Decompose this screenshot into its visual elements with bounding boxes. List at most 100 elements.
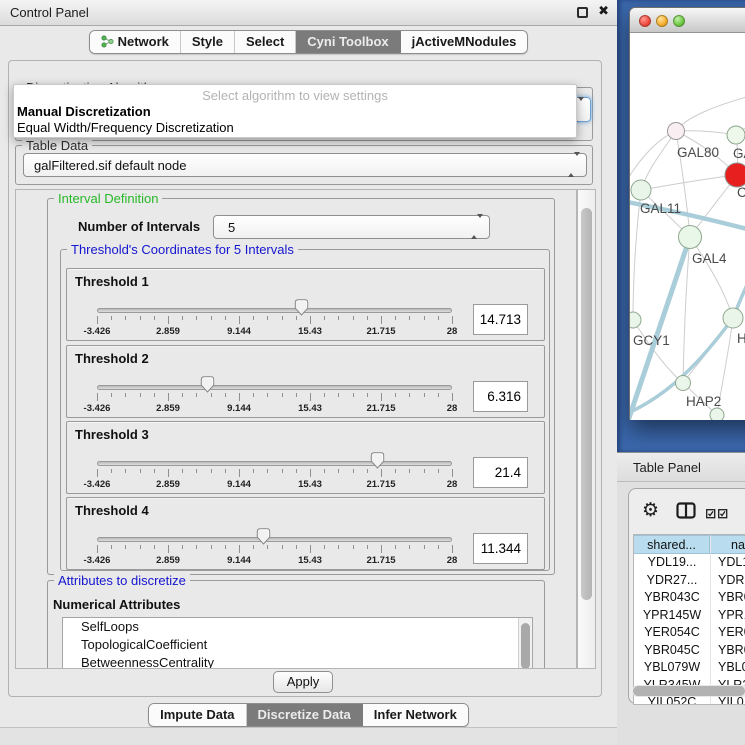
node-label-gcy1: GCY1	[633, 333, 670, 348]
network-view-window: GAL80GACGAL11GAL4HGCY1HAP2	[629, 7, 745, 420]
interval-definition-group: Interval Definition Number of Intervals …	[47, 198, 555, 575]
table-cell: YBR045C	[634, 642, 710, 660]
network-node[interactable]	[725, 163, 745, 187]
threshold-panel-4: Threshold 4 -3.4262.8599.14415.4321.7152…	[66, 497, 545, 570]
attributes-list-scrollbar[interactable]	[518, 618, 532, 669]
network-node[interactable]	[630, 312, 641, 328]
table-row[interactable]: YBR043CYBR0	[634, 589, 745, 607]
table-cell: YBL0	[710, 659, 745, 677]
network-canvas[interactable]: GAL80GACGAL11GAL4HGCY1HAP2	[630, 33, 745, 420]
node-attribute-table: shared...na YDL19...YDL1YDR27...YDR2YBR0…	[633, 534, 745, 705]
window-minimize-button[interactable]	[656, 15, 668, 27]
threshold-value-field[interactable]: 6.316	[473, 381, 528, 412]
tick-label: 21.715	[366, 479, 395, 490]
panel-title: Control Panel	[10, 0, 89, 25]
table-row[interactable]: YPR145WYPR1	[634, 607, 745, 625]
main-tab-group: Network Style SelectCyni ToolboxjActiveMNo…	[89, 30, 529, 54]
network-node[interactable]	[710, 408, 724, 420]
table-container: ⚙ shared...na	[628, 488, 745, 704]
threshold-slider-handle[interactable]	[294, 299, 309, 316]
threshold-label: Threshold 1	[75, 274, 149, 289]
network-node[interactable]	[723, 308, 743, 328]
threshold-slider-handle[interactable]	[256, 528, 271, 545]
slider-tick-labels: -3.4262.8599.14415.4321.71528	[97, 555, 453, 566]
network-window-titlebar[interactable]	[630, 8, 745, 33]
table-data-combobox[interactable]: galFiltered.sif default node	[23, 153, 587, 177]
threshold-slider-track[interactable]	[97, 385, 452, 390]
tick-label: 15.43	[298, 326, 322, 337]
network-node[interactable]	[631, 180, 651, 200]
threshold-slider-handle[interactable]	[200, 376, 215, 393]
window-close-button[interactable]	[639, 15, 651, 27]
tab-impute-data[interactable]: Impute Data	[149, 704, 246, 726]
apply-button[interactable]: Apply	[273, 671, 333, 693]
threshold-label: Threshold 3	[75, 427, 149, 442]
threshold-slider-track[interactable]	[97, 537, 452, 542]
table-cell: YDR27...	[634, 572, 710, 590]
tab-network[interactable]: Network	[90, 31, 181, 53]
popup-item-equal-width-frequency[interactable]: Equal Width/Frequency Discretization	[17, 120, 234, 135]
tick-label: 21.715	[366, 403, 395, 414]
popup-item-manual-discretization[interactable]: Manual Discretization	[17, 104, 151, 119]
scrollbar-thumb[interactable]	[581, 208, 592, 600]
network-node[interactable]	[668, 123, 685, 140]
scrollbar-thumb[interactable]	[633, 686, 745, 696]
threshold-slider-track[interactable]	[97, 461, 452, 466]
gear-icon[interactable]: ⚙	[642, 499, 659, 521]
threshold-value-field[interactable]: 14.713	[473, 304, 528, 335]
table-horizontal-scrollbar[interactable]	[632, 685, 745, 697]
tab-jactivemnodules[interactable]: jActiveMNodules	[401, 31, 528, 53]
threshold-value-field[interactable]: 11.344	[473, 533, 528, 564]
tab-cyni-toolbox[interactable]: Cyni Toolbox	[296, 31, 400, 53]
threshold-value-field[interactable]: 21.4	[473, 457, 528, 488]
thresholds-coordinates-group: Threshold's Coordinates for 5 Intervals …	[60, 249, 550, 571]
tab-style[interactable]: Style	[181, 31, 235, 53]
tab-infer-network[interactable]: Infer Network	[363, 704, 468, 726]
column-header-1[interactable]: na	[710, 535, 745, 554]
numerical-attributes-list[interactable]: SelfLoopsTopologicalCoefficientBetweenne…	[62, 617, 533, 669]
slider-tick-labels: -3.4262.8599.14415.4321.71528	[97, 479, 453, 490]
node-label-c: C	[737, 185, 745, 200]
table-cell: YER054C	[634, 624, 710, 642]
network-node[interactable]	[727, 126, 745, 144]
number-of-intervals-combobox[interactable]: 5	[213, 215, 490, 239]
window-zoom-button[interactable]	[673, 15, 685, 27]
attribute-item-betweennesscentrality[interactable]: BetweennessCentrality	[63, 654, 532, 669]
node-label-gal11: GAL11	[640, 201, 681, 216]
threshold-panel-2: Threshold 2 -3.4262.8599.14415.4321.7152…	[66, 345, 545, 418]
attribute-item-topologicalcoefficient[interactable]: TopologicalCoefficient	[63, 636, 532, 654]
table-row[interactable]: YBL079WYBL0	[634, 659, 745, 677]
table-row[interactable]: YER054CYER0	[634, 624, 745, 642]
node-label-gal4: GAL4	[692, 251, 727, 266]
tab-select[interactable]: Select	[235, 31, 296, 53]
tick-label: 9.144	[227, 403, 251, 414]
scrollbar-thumb[interactable]	[521, 623, 530, 669]
attribute-item-selfloops[interactable]: SelfLoops	[63, 618, 532, 636]
table-cell: YBR0	[710, 589, 745, 607]
threshold-slider-track[interactable]	[97, 308, 452, 313]
tab-discretize-data[interactable]: Discretize Data	[247, 704, 363, 726]
number-of-intervals-value: 5	[228, 216, 235, 239]
tab-style-label: Style	[192, 34, 223, 49]
select-columns-checkboxes-icon[interactable]	[706, 506, 728, 524]
close-panel-icon[interactable]: ✖	[598, 4, 609, 19]
table-cell: YBR043C	[634, 589, 710, 607]
network-node[interactable]	[679, 226, 702, 249]
slider-ticks	[97, 393, 453, 403]
table-row[interactable]: YDR27...YDR2	[634, 572, 745, 590]
tick-label: -3.426	[84, 555, 111, 566]
tick-label: 15.43	[298, 403, 322, 414]
column-header-0[interactable]: shared...	[634, 535, 710, 554]
tab-discretize-data-label: Discretize Data	[258, 707, 351, 722]
thresholds-coordinates-label: Threshold's Coordinates for 5 Intervals	[67, 242, 298, 257]
table-row[interactable]: YDL19...YDL1	[634, 554, 745, 572]
settings-vertical-scrollbar[interactable]	[577, 189, 596, 669]
table-row[interactable]: YBR045CYBR0	[634, 642, 745, 660]
float-panel-icon[interactable]	[577, 7, 588, 18]
threshold-slider-handle[interactable]	[370, 452, 385, 469]
algorithm-dropdown-popup: Select algorithm to view settings Manual…	[13, 84, 577, 138]
tick-label: 9.144	[227, 479, 251, 490]
network-node[interactable]	[676, 376, 691, 391]
columns-icon[interactable]	[676, 502, 696, 524]
table-data-label: Table Data	[22, 138, 92, 153]
